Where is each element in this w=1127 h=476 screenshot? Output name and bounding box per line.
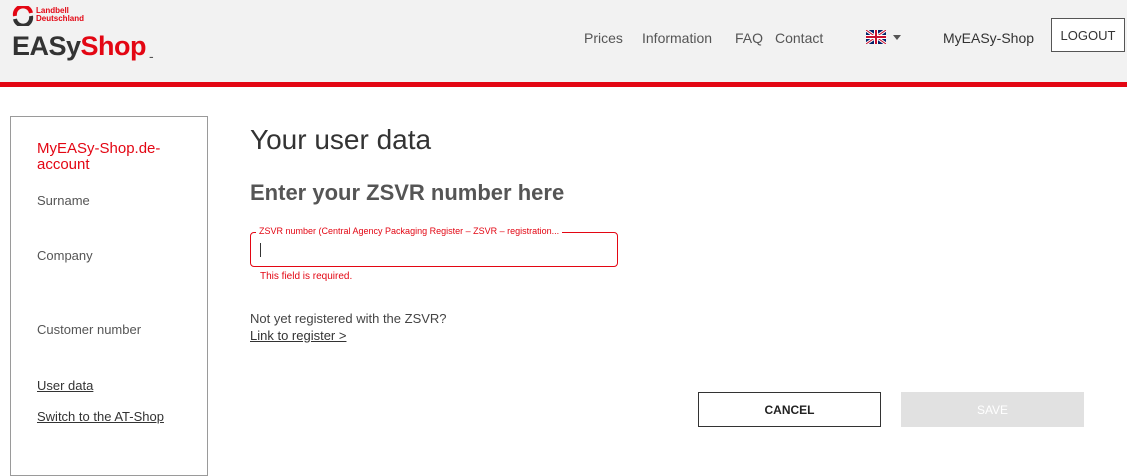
landbell-logo-icon	[12, 6, 34, 26]
header-accent-bar	[0, 82, 1127, 87]
nav-contact[interactable]: Contact	[775, 30, 823, 46]
account-sidebar: MyEASy-Shop.de-account Surname Company C…	[10, 116, 208, 476]
sidebar-link-switch-at-shop[interactable]: Switch to the AT-Shop	[37, 409, 164, 424]
nav-information[interactable]: Information	[642, 30, 712, 46]
zsvr-field-error: This field is required.	[260, 271, 353, 282]
cancel-button[interactable]: CANCEL	[698, 392, 881, 427]
logo-title-easy: EASy	[12, 31, 81, 61]
logo-brand-line2: Deutschland	[36, 14, 85, 23]
page-subtitle: Enter your ZSVR number here	[250, 180, 565, 205]
sidebar-label-surname: Surname	[37, 193, 90, 208]
logout-button[interactable]: LOGOUT	[1051, 18, 1125, 52]
zsvr-field-label: ZSVR number (Central Agency Packaging Re…	[256, 226, 563, 236]
language-chevron-down-icon[interactable]	[893, 35, 901, 40]
nav-prices[interactable]: Prices	[584, 30, 623, 46]
logo[interactable]: Landbell Deutschland EASyShop -	[12, 6, 172, 66]
uk-flag-icon[interactable]	[866, 30, 886, 44]
not-registered-text: Not yet registered with the ZSVR?	[250, 311, 447, 326]
sidebar-label-customer-number: Customer number	[37, 322, 142, 337]
page-title: Your user data	[250, 124, 432, 155]
logo-title-shop: Shop	[80, 31, 147, 61]
zsvr-number-field[interactable]: ZSVR number (Central Agency Packaging Re…	[250, 226, 618, 267]
logo-title: EASyShop	[12, 30, 147, 62]
zsvr-number-input[interactable]	[257, 241, 607, 259]
sidebar-link-user-data[interactable]: User data	[37, 378, 93, 393]
sidebar-label-company: Company	[37, 248, 93, 263]
save-button[interactable]: SAVE	[901, 392, 1084, 427]
sidebar-title: MyEASy-Shop.de-account	[37, 140, 161, 173]
register-link[interactable]: Link to register >	[250, 328, 346, 343]
shop-switch-caret[interactable]: -	[149, 48, 154, 64]
nav-faq[interactable]: FAQ	[735, 30, 763, 46]
logo-brand: Landbell Deutschland	[36, 7, 84, 23]
my-easy-shop-link[interactable]: MyEASy-Shop	[943, 30, 1034, 46]
header: Landbell Deutschland EASyShop - Prices I…	[0, 0, 1127, 82]
text-cursor	[260, 243, 261, 257]
